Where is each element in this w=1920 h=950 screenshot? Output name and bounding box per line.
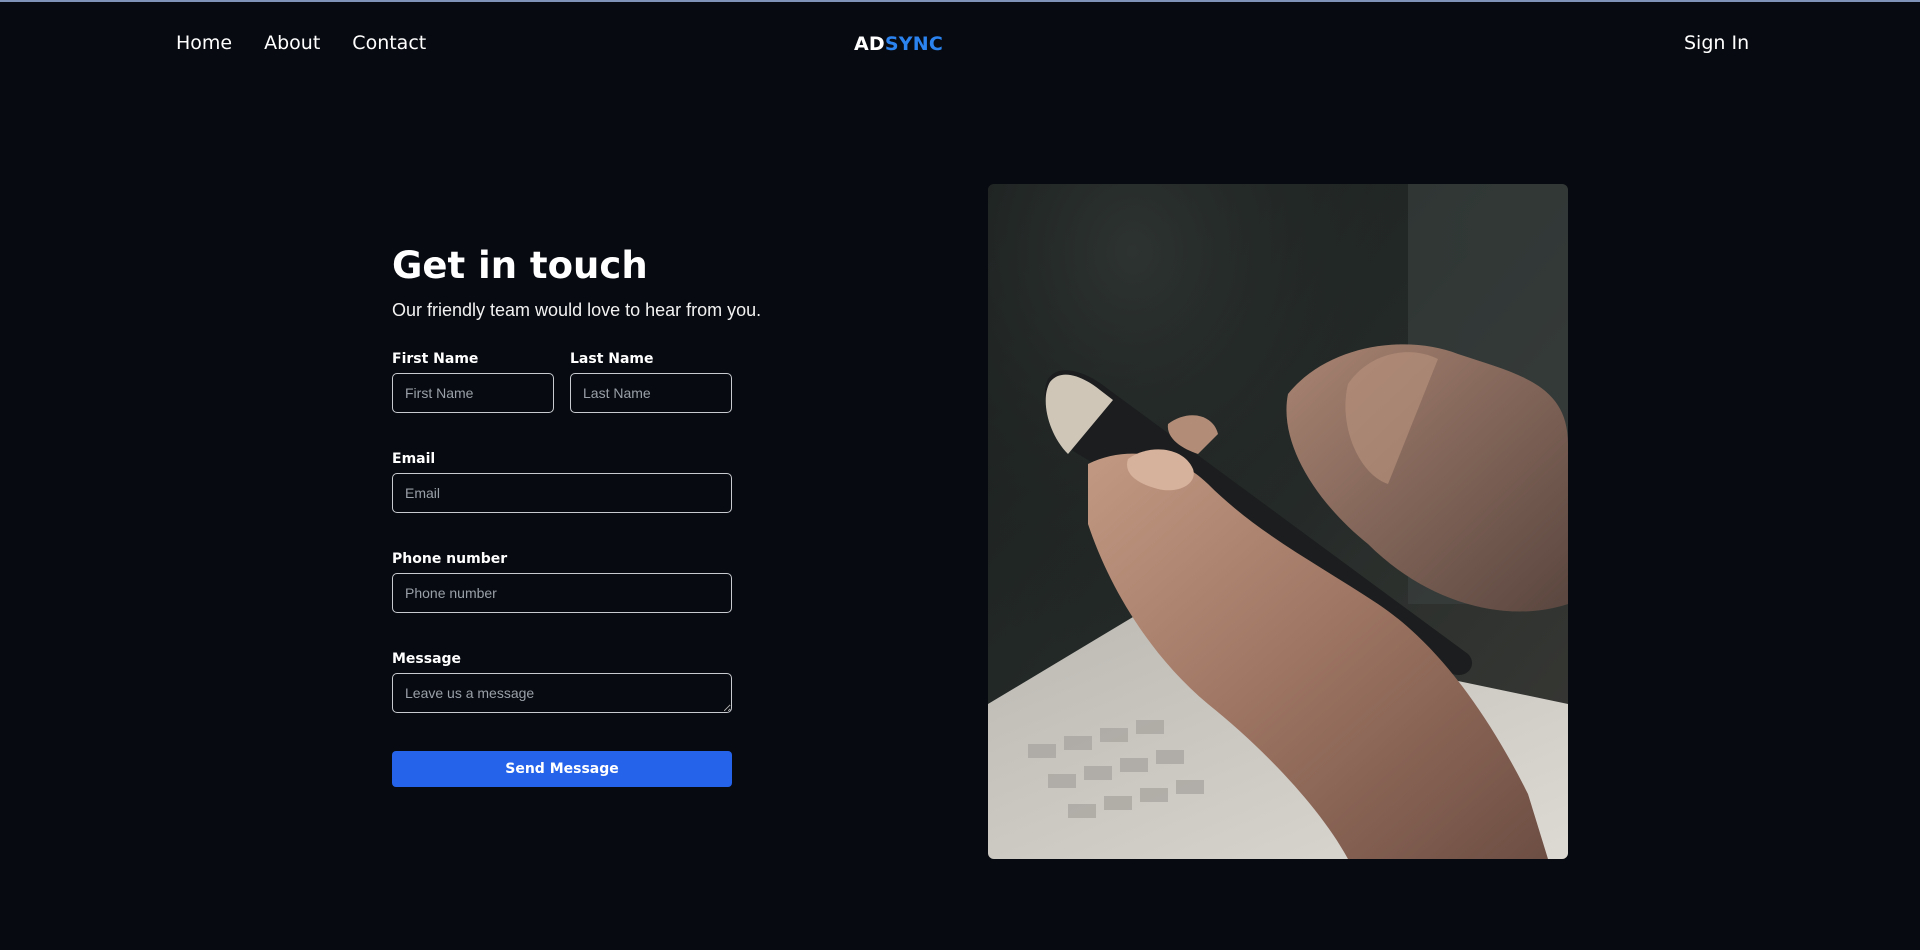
top-navigation: Home About Contact ADSYNC Sign In: [0, 0, 1920, 90]
page-subtitle: Our friendly team would love to hear fro…: [392, 300, 762, 320]
message-label: Message: [392, 651, 462, 667]
phone-input[interactable]: [392, 573, 732, 613]
brand-logo[interactable]: ADSYNC: [854, 33, 943, 55]
first-name-group: First Name: [392, 351, 554, 413]
last-name-input[interactable]: [570, 373, 732, 413]
page-title: Get in touch: [392, 244, 648, 287]
phone-label: Phone number: [392, 551, 508, 567]
email-group: Email: [392, 451, 812, 513]
nav-link-about[interactable]: About: [264, 32, 320, 54]
contact-form-section: Get in touch Our friendly team would lov…: [392, 240, 812, 787]
last-name-group: Last Name: [570, 351, 732, 413]
logo-text-sync: SYNC: [884, 33, 943, 55]
send-message-button[interactable]: Send Message: [392, 751, 732, 787]
message-group: Message: [392, 651, 812, 713]
first-name-input[interactable]: [392, 373, 554, 413]
nav-link-home[interactable]: Home: [176, 32, 232, 54]
logo-text-ad: AD: [854, 33, 885, 55]
first-name-label: First Name: [392, 351, 479, 367]
nav-links: Home About Contact: [176, 32, 426, 54]
email-label: Email: [392, 451, 436, 467]
name-row: First Name Last Name: [392, 351, 812, 413]
hands-holding-smartphone-photo: [988, 184, 1568, 859]
last-name-label: Last Name: [570, 351, 654, 367]
phone-group: Phone number: [392, 551, 812, 613]
sign-in-link[interactable]: Sign In: [1684, 32, 1749, 54]
message-textarea[interactable]: [392, 673, 732, 713]
nav-link-contact[interactable]: Contact: [352, 32, 426, 54]
email-input[interactable]: [392, 473, 732, 513]
